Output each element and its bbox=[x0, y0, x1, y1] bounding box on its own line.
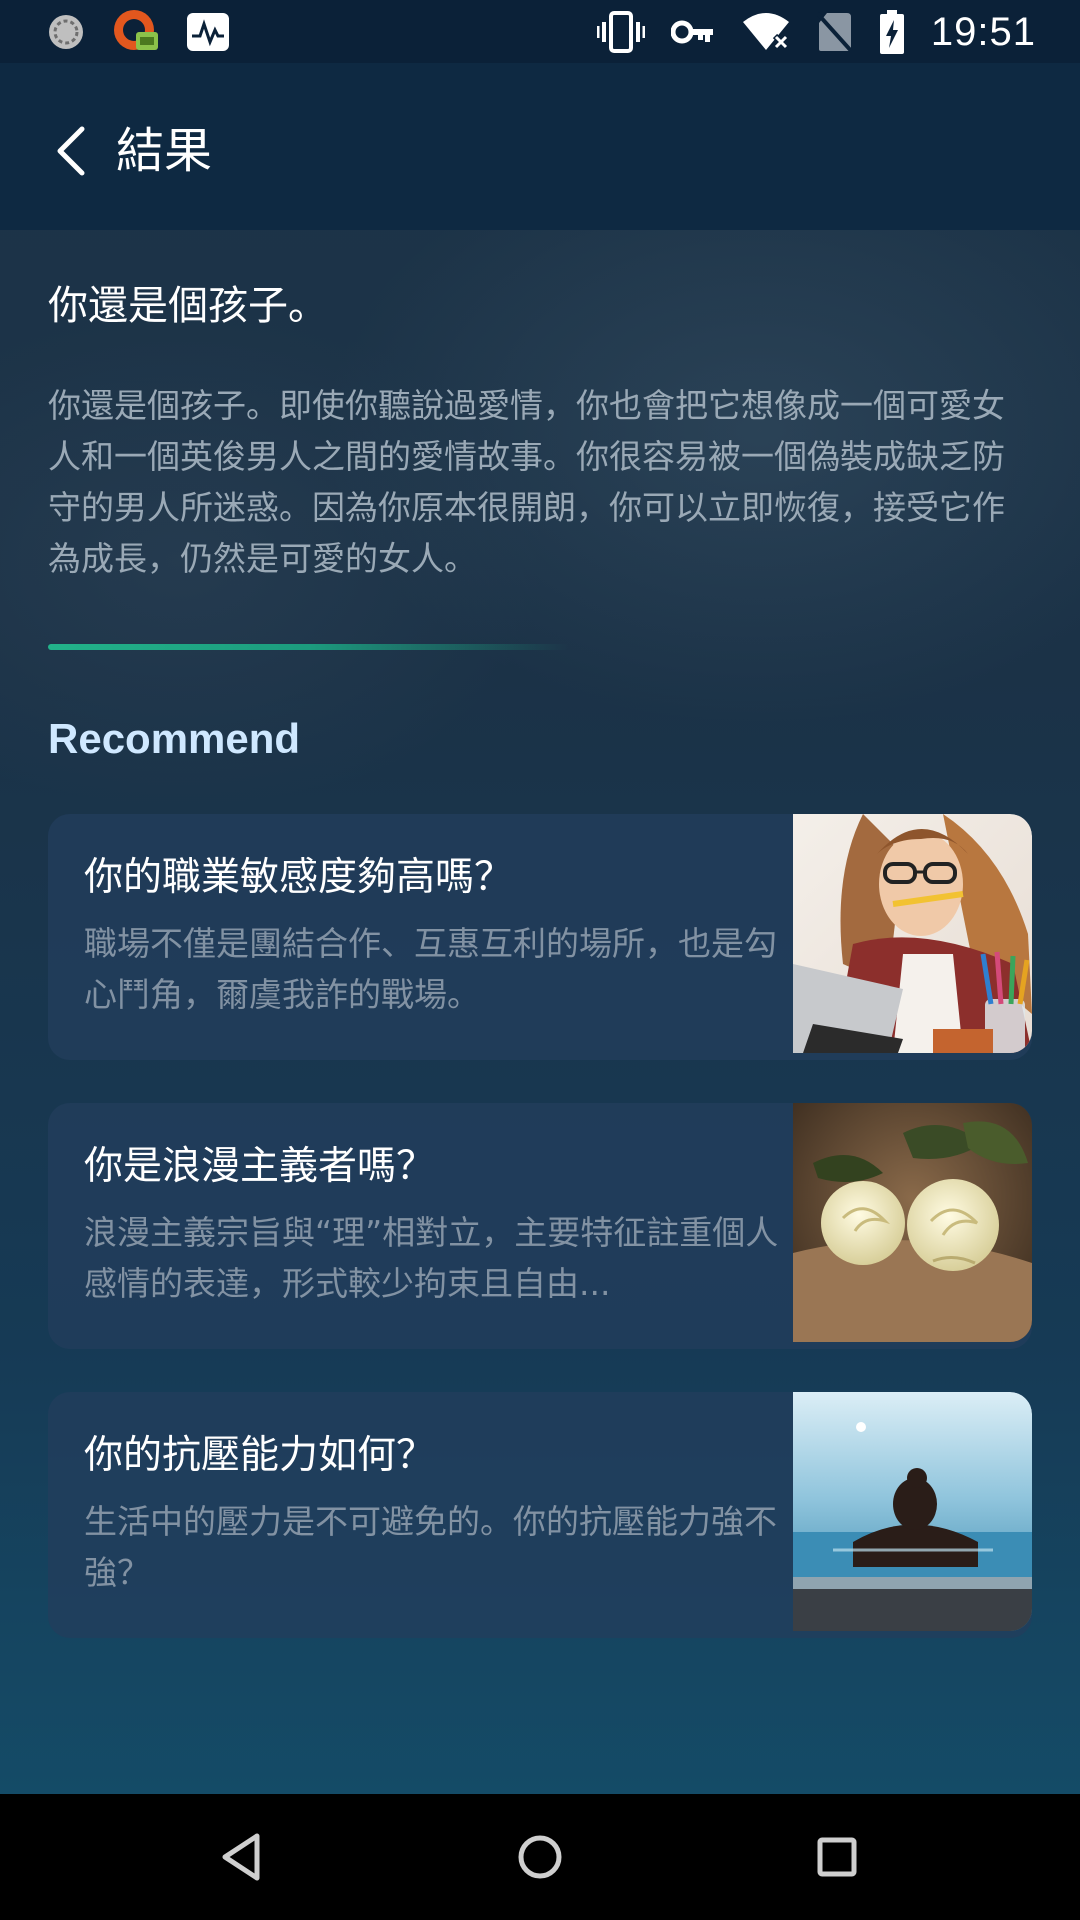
card-description: 職場不僅是團結合作、互惠互利的場所，也是勾心鬥角，爾虞我詐的戰場。 bbox=[84, 924, 777, 1014]
nav-back-button[interactable] bbox=[206, 1822, 276, 1892]
section-divider bbox=[48, 644, 568, 650]
woman-in-infinity-pool-photo bbox=[793, 1392, 1032, 1631]
clock: 19:51 bbox=[930, 9, 1036, 54]
nav-home-button[interactable] bbox=[505, 1822, 575, 1892]
card-title: 你的抗壓能力如何？ bbox=[84, 1433, 436, 1478]
result-description: 你還是個孩子。即使你聽說過愛情，你也會把它想像成一個可愛女人和一個英俊男人之間的… bbox=[48, 386, 1005, 578]
white-roses-photo bbox=[793, 1103, 1032, 1342]
back-arrow-icon bbox=[57, 126, 85, 176]
app-bar: 結果 bbox=[0, 63, 1080, 230]
woman-at-laptop-photo bbox=[793, 814, 1032, 1053]
page-title: 結果 bbox=[116, 123, 213, 179]
nav-recents-button[interactable] bbox=[802, 1822, 872, 1892]
sync-icon bbox=[49, 15, 83, 49]
vpn-app-icon bbox=[114, 10, 158, 50]
back-triangle-icon bbox=[222, 1833, 260, 1881]
card-title: 你的職業敏感度夠高嗎？ bbox=[84, 855, 514, 900]
no-sim-icon bbox=[816, 11, 853, 53]
recommend-card[interactable]: 你的抗壓能力如何？ 生活中的壓力是不可避免的。你的抗壓能力強不強？ bbox=[48, 1392, 1032, 1638]
home-circle-icon bbox=[518, 1835, 562, 1879]
recommend-card[interactable]: 你是浪漫主義者嗎？ 浪漫主義宗旨與“理”相對立，主要特征註重個人感情的表達，形式… bbox=[48, 1103, 1032, 1349]
key-icon bbox=[670, 20, 713, 44]
recents-square-icon bbox=[817, 1837, 857, 1877]
recommend-card[interactable]: 你的職業敏感度夠高嗎？ 職場不僅是團結合作、互惠互利的場所，也是勾心鬥角，爾虞我… bbox=[48, 814, 1032, 1060]
card-description: 浪漫主義宗旨與“理”相對立，主要特征註重個人感情的表達，形式較少拘束且自由... bbox=[84, 1213, 779, 1303]
wifi-off-icon bbox=[742, 13, 790, 51]
card-description: 生活中的壓力是不可避免的。你的抗壓能力強不強？ bbox=[84, 1502, 777, 1592]
vibrate-icon bbox=[596, 11, 645, 53]
system-nav-bar bbox=[0, 1794, 1080, 1920]
back-button[interactable] bbox=[36, 115, 108, 187]
card-title: 你是浪漫主義者嗎？ bbox=[84, 1144, 436, 1189]
recommend-heading: Recommend bbox=[48, 715, 301, 762]
activity-monitor-icon bbox=[187, 13, 229, 51]
battery-charging-icon bbox=[879, 10, 904, 54]
result-title: 你還是個孩子。 bbox=[48, 283, 328, 329]
status-bar: 19:51 bbox=[0, 0, 1080, 63]
